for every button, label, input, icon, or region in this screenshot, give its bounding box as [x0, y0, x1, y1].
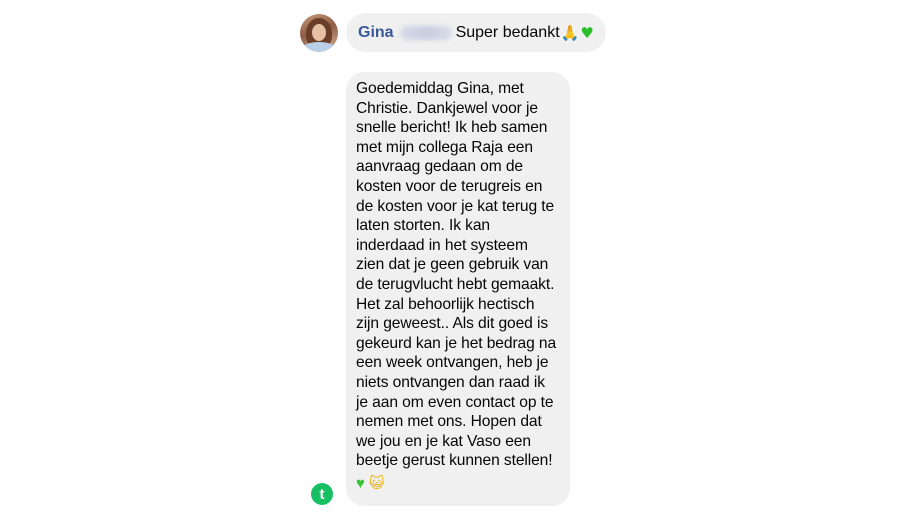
message-emoji-line: ♥ 😺 [356, 474, 560, 494]
message-line: de terugvlucht hebt gemaakt. [356, 275, 555, 293]
message-line: zien dat je geen gebruik van [356, 256, 549, 274]
message-line: de kosten voor je kat terug te [356, 197, 555, 215]
message-line: beetje gerust kunnen stellen! [356, 452, 553, 470]
outgoing-message-bubble[interactable]: Goedemiddag Gina, met Christie. Dankjewe… [346, 72, 570, 506]
redacted-surname [399, 25, 452, 40]
message-line: zijn geweest.. Als dit goed is [356, 315, 549, 333]
sender-avatar[interactable] [300, 14, 338, 52]
message-line: nemen met ons. Hopen dat [356, 413, 542, 431]
message-line: een week ontvangen, heb je [356, 354, 549, 372]
message-line: met mijn collega Raja een [356, 138, 533, 156]
sender-name[interactable]: Gina [358, 24, 394, 42]
incoming-message-bubble[interactable]: Gina Super bedankt 🙏 ♥ [346, 13, 606, 52]
message-line: we jou en je kat Vaso een [356, 432, 531, 450]
message-line: Christie. Dankjewel voor je [356, 99, 538, 117]
message-line: snelle bericht! Ik heb samen [356, 119, 548, 137]
message-line: kosten voor de terugreis en [356, 177, 543, 195]
avatar-face [312, 24, 326, 41]
incoming-message-text: Super bedankt [455, 23, 560, 41]
brand-badge-icon: t [311, 483, 333, 505]
message-line: Het zal behoorlijk hectisch [356, 295, 535, 313]
conversation-view: Gina Super bedankt 🙏 ♥ Goedemiddag Gina,… [0, 0, 920, 518]
message-line: je aan om even contact op te [356, 393, 554, 411]
message-line: Goedemiddag Gina, met [356, 80, 524, 97]
smiling-cat-emoji: 😺 [368, 474, 385, 492]
message-line: laten storten. Ik kan [356, 217, 490, 235]
avatar-shirt [302, 42, 336, 52]
message-line: gekeurd kan je het bedrag na [356, 334, 557, 352]
message-line: aanvraag gedaan om de [356, 158, 523, 176]
green-heart-emoji: ♥ [580, 23, 594, 42]
green-heart-emoji: ♥ [356, 474, 365, 492]
message-line: niets ontvangen dan raad ik [356, 373, 545, 391]
praying-hands-emoji: 🙏 [560, 23, 580, 42]
message-line: inderdaad in het systeem [356, 236, 528, 254]
